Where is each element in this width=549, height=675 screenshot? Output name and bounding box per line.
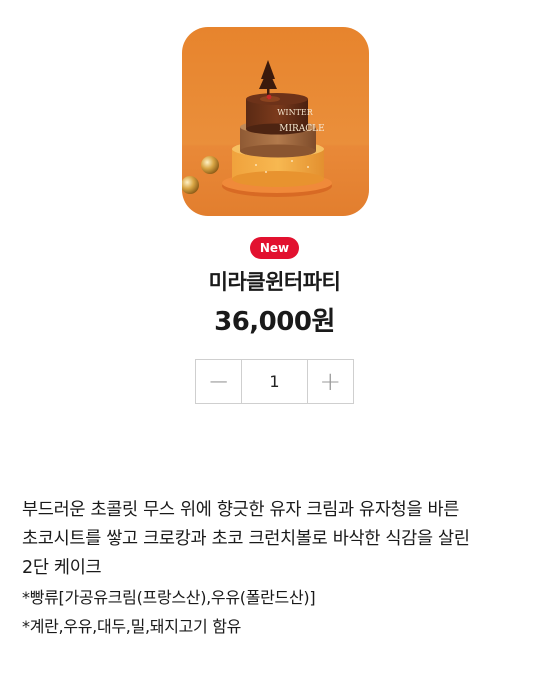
product-description: 부드러운 초콜릿 무스 위에 향긋한 유자 크림과 유자청을 바른 초코시트를 … [22, 496, 537, 641]
product-image: WINTER MIRACLE [182, 27, 369, 216]
new-badge: New [250, 237, 299, 259]
description-line-3: 2단 케이크 [22, 558, 102, 578]
product-name: 미라클윈터파티 [208, 270, 341, 294]
decrease-quantity-button[interactable]: − [196, 360, 241, 403]
cake-decoration-text-1: WINTER [277, 108, 314, 117]
product-detail-page: WINTER MIRACLE New 미라클윈터파티 36,000원 − 1 +… [0, 0, 549, 675]
cake-decoration-text-2: MIRACLE [279, 124, 324, 134]
ingredient-note: *빵류[가공유크림(프랑스산),우유(폴란드산)] [22, 588, 316, 607]
quantity-stepper: − 1 + [195, 359, 354, 404]
description-line-1: 부드러운 초콜릿 무스 위에 향긋한 유자 크림과 유자청을 바른 [22, 500, 460, 520]
allergen-note: *계란,우유,대두,밀,돼지고기 함유 [22, 617, 242, 636]
increase-quantity-button[interactable]: + [308, 360, 353, 403]
product-price: 36,000원 [214, 307, 335, 337]
quantity-value[interactable]: 1 [241, 360, 308, 403]
description-line-2: 초코시트를 쌓고 크로캉과 초코 크런치볼로 바삭한 식감을 살린 [22, 529, 470, 549]
